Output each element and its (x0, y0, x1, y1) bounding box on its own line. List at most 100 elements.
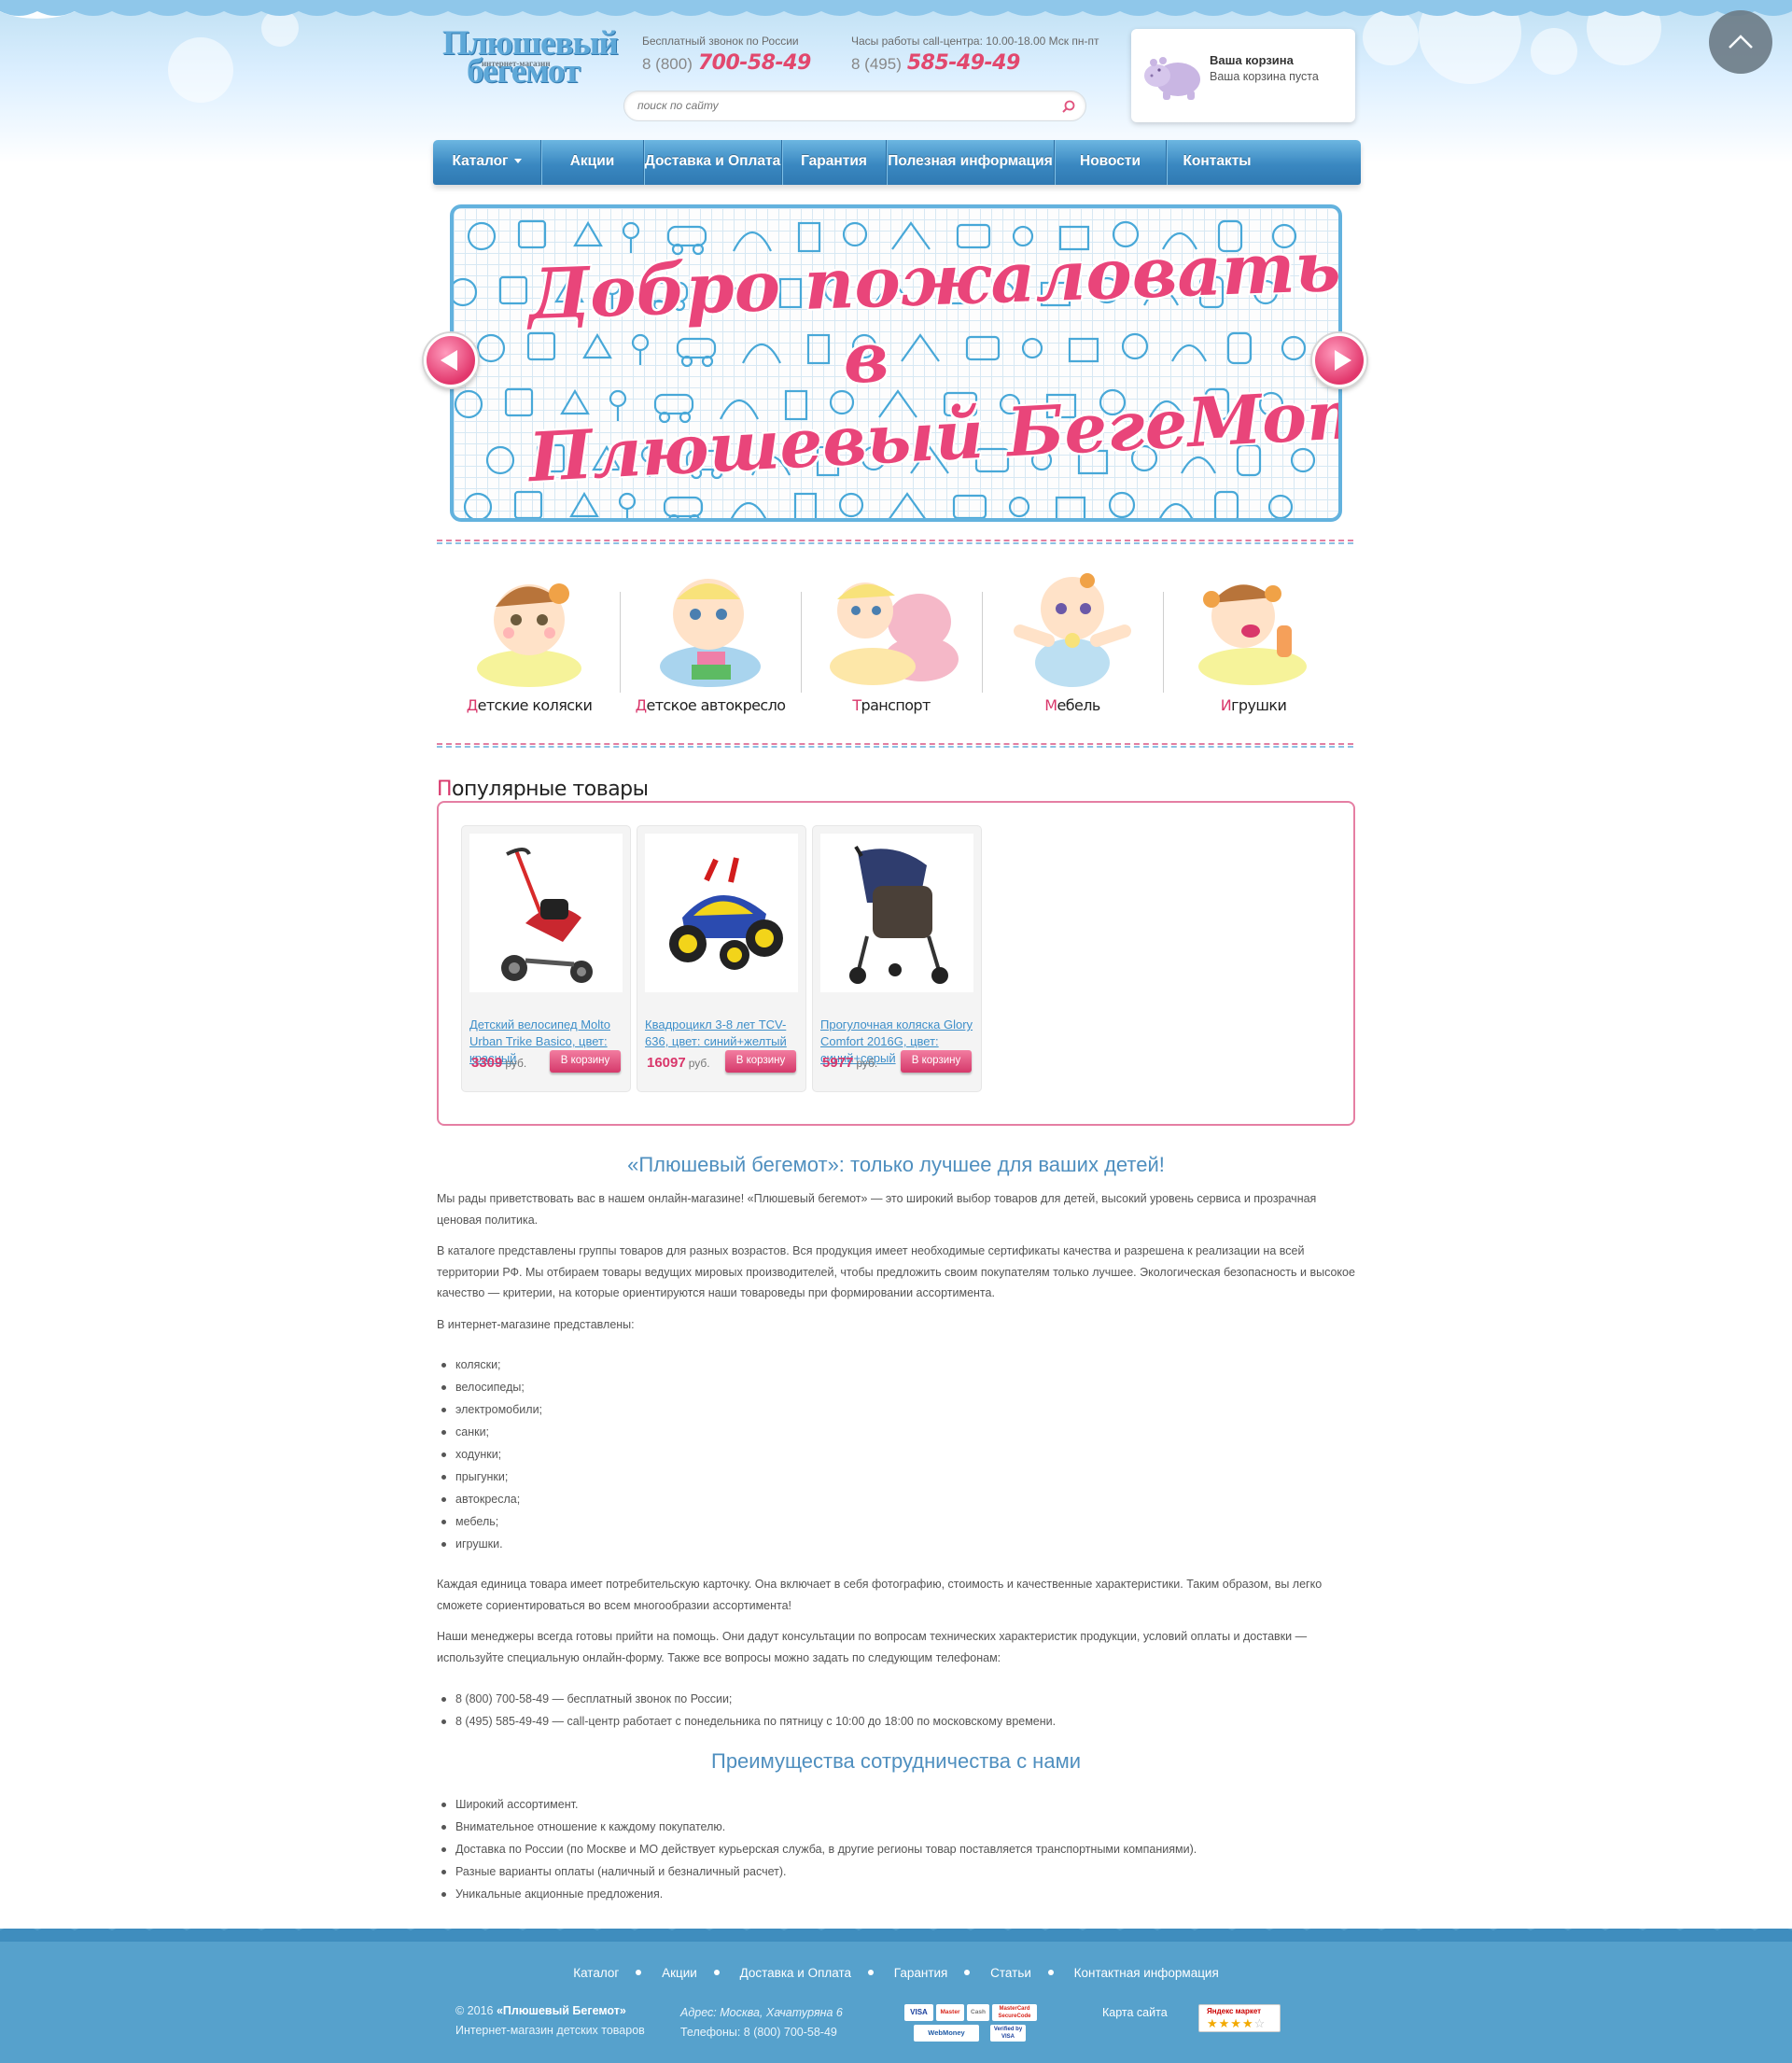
product-card: Квадроцикл 3-8 лет TCV-636, цвет: синий+… (637, 825, 806, 1092)
verified-by-visa-icon: Verified by VISA (990, 2025, 1026, 2042)
product-price: 3309 руб. (471, 1055, 527, 1071)
caret-down-icon (513, 159, 522, 164)
visa-icon: VISA (904, 2004, 933, 2021)
list-item: мебель; (439, 1510, 1357, 1533)
category-label[interactable]: Транспорт (801, 696, 982, 714)
footer-copyright: © 2016 «Плюшевый Бегемот» Интернет-магаз… (455, 2001, 645, 2041)
add-to-cart-button[interactable]: В корзину (725, 1050, 796, 1073)
cash-icon: Cash (967, 2004, 989, 2021)
product-price: 5977 руб. (822, 1055, 878, 1071)
baby-with-bottle-illustration (1198, 584, 1307, 685)
list-item: Уникальные акционные предложения. (439, 1883, 1357, 1905)
product-image[interactable] (469, 834, 623, 992)
product-card: Детский велосипед Molto Urban Trike Basi… (461, 825, 631, 1092)
category-label[interactable]: Детские коляски (439, 696, 620, 714)
list-item: автокресла; (439, 1488, 1357, 1510)
welcome-banner-slide[interactable]: Добро пожаловать в Плюшевый БегеМот!!! (450, 204, 1342, 522)
sitemap-link[interactable]: Карта сайта (1102, 2003, 1168, 2023)
nav-item-warranty[interactable]: Гарантия (782, 140, 887, 185)
product-card: Прогулочная коляска Glory Comfort 2016G,… (812, 825, 982, 1092)
advantages-list: Широкий ассортимент. Внимательное отноше… (439, 1793, 1357, 1905)
product-name-link[interactable]: Квадроцикл 3-8 лет TCV-636, цвет: синий+… (645, 1017, 804, 1050)
list-item: санки; (439, 1421, 1357, 1443)
divider (437, 743, 1353, 748)
nav-item-contacts[interactable]: Контакты (1167, 140, 1267, 185)
baby-boy-illustration (660, 579, 761, 687)
category-label[interactable]: Игрушки (1163, 696, 1344, 714)
list-item: игрушки. (439, 1533, 1357, 1555)
yandex-market-badge[interactable]: Яндекс маркет ★★★★☆ (1198, 2004, 1281, 2032)
main-nav: Каталог Акции Доставка и Оплата Гарантия… (433, 140, 1361, 185)
scroll-to-top-button[interactable] (1709, 10, 1772, 74)
list-item: Доставка по России (по Москве и МО дейст… (439, 1838, 1357, 1860)
article-paragraph: Каждая единица товара имеет потребительс… (437, 1578, 1323, 1612)
category-toys[interactable]: Игрушки (1163, 566, 1344, 726)
nav-item-news[interactable]: Новости (1055, 140, 1167, 185)
cart-widget[interactable]: Ваша корзина Ваша корзина пуста (1131, 29, 1355, 122)
footer-link-contacts[interactable]: Контактная информация (1074, 1966, 1219, 1980)
banner-next-arrow-icon[interactable] (1312, 333, 1366, 387)
tricycle-image (501, 848, 593, 983)
footer-tagline: Интернет-магазин детских товаров (455, 2024, 645, 2037)
category-car-seat[interactable]: Детское автокресло (620, 566, 801, 726)
baby-waving-illustration (1014, 573, 1131, 687)
article-paragraph: Мы рады приветствовать вас в нашем онлай… (437, 1192, 1317, 1227)
hippo-cart-icon (1144, 57, 1200, 100)
free-phone-number[interactable]: 8 (800) 700-58-49 (642, 51, 811, 75)
popular-title: Популярные товары (437, 778, 649, 801)
nav-item-useful-info[interactable]: Полезная информация (887, 140, 1055, 185)
footer-link-delivery[interactable]: Доставка и Оплата (740, 1966, 851, 1980)
search-icon[interactable] (1061, 99, 1076, 114)
callcenter-phone-number[interactable]: 8 (495) 585-49-49 (851, 51, 1099, 75)
stroller-image (849, 845, 948, 984)
callcenter-phone-block: Часы работы call-центра: 10.00-18.00 Мск… (851, 35, 1099, 75)
banner-line2: в (844, 318, 889, 399)
search-box (623, 91, 1086, 121)
category-strollers[interactable]: Детские коляски (439, 566, 620, 726)
list-item: велосипеды; (439, 1376, 1357, 1398)
list-item: электромобили; (439, 1398, 1357, 1421)
category-label[interactable]: Мебель (982, 696, 1163, 714)
footer-link-warranty[interactable]: Гарантия (894, 1966, 948, 1980)
product-groups-list: коляски; велосипеды; электромобили; санк… (439, 1354, 1357, 1555)
list-item: 8 (495) 585-49-49 — call-центр работает … (439, 1710, 1357, 1733)
popular-products-box: Детский велосипед Molto Urban Trike Basi… (437, 801, 1355, 1126)
search-input[interactable] (637, 99, 1048, 112)
footer-link-catalog[interactable]: Каталог (573, 1966, 619, 1980)
add-to-cart-button[interactable]: В корзину (550, 1050, 621, 1073)
category-transport[interactable]: Транспорт (801, 566, 982, 726)
list-item: Широкий ассортимент. (439, 1793, 1357, 1816)
webmoney-icon: WebMoney (914, 2025, 979, 2042)
rating-stars-icon: ★★★★☆ (1207, 2016, 1267, 2030)
banner-prev-arrow-icon[interactable] (424, 333, 478, 387)
footer-contacts: Адрес: Москва, Хачатуряна 6 Телефоны: 8 … (680, 2003, 843, 2042)
add-to-cart-button[interactable]: В корзину (901, 1050, 972, 1073)
callcenter-caption: Часы работы call-центра: 10.00-18.00 Мск… (851, 35, 1099, 48)
footer-link-articles[interactable]: Статьи (990, 1966, 1031, 1980)
phones-list: 8 (800) 700-58-49 — бесплатный звонок по… (439, 1688, 1357, 1733)
cart-status: Ваша корзина пуста (1210, 70, 1319, 83)
product-image[interactable] (820, 834, 973, 992)
article-paragraph: В каталоге представлены группы товаров д… (437, 1244, 1355, 1299)
baby-girl-illustration (477, 583, 581, 687)
product-image[interactable] (645, 834, 798, 992)
list-item: ходунки; (439, 1443, 1357, 1466)
list-item: коляски; (439, 1354, 1357, 1376)
category-furniture[interactable]: Мебель (982, 566, 1163, 726)
list-item: Разные варианты оплаты (наличный и безна… (439, 1860, 1357, 1883)
yandex-market-label: Яндекс маркет (1207, 2007, 1262, 2015)
header-background (0, 0, 1792, 163)
product-price: 16097 руб. (647, 1055, 710, 1071)
category-label[interactable]: Детское автокресло (620, 696, 801, 714)
nav-item-promo[interactable]: Акции (541, 140, 644, 185)
nav-item-catalog[interactable]: Каталог (433, 140, 541, 185)
site-logo[interactable]: Плюшевый интернет-магазин бегемот (442, 26, 629, 95)
nav-item-delivery[interactable]: Доставка и Оплата (644, 140, 782, 185)
footer-link-promo[interactable]: Акции (662, 1966, 697, 1980)
cart-title: Ваша корзина (1210, 53, 1294, 67)
list-item: Внимательное отношение к каждому покупат… (439, 1816, 1357, 1838)
chevron-up-icon (1729, 35, 1753, 49)
mastercard-securecode-icon: MasterCard SecureCode (992, 2004, 1037, 2021)
quad-bike-image (669, 857, 783, 970)
footer-phones: Телефоны: 8 (800) 700-58-49 (680, 2026, 837, 2039)
